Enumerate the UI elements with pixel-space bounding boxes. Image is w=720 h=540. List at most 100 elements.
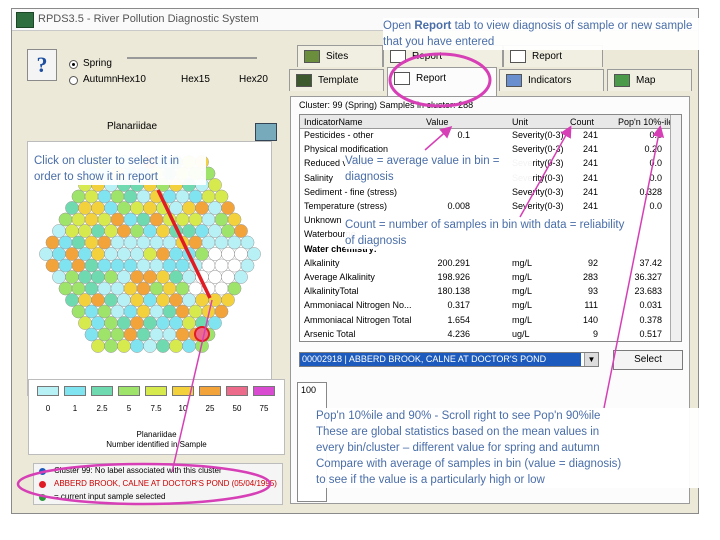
cluster-cell[interactable] — [91, 293, 105, 307]
cluster-cell[interactable] — [91, 270, 105, 284]
cluster-cell[interactable] — [221, 247, 235, 261]
cluster-cell[interactable] — [156, 201, 170, 215]
cluster-cell[interactable] — [110, 258, 125, 273]
cluster-cell[interactable] — [156, 339, 170, 353]
cluster-cell[interactable] — [136, 327, 151, 342]
cluster-cell[interactable] — [58, 281, 73, 296]
cluster-cell[interactable] — [182, 201, 196, 215]
cluster-cell[interactable] — [195, 270, 209, 284]
cluster-cell[interactable] — [169, 247, 183, 261]
cluster-cell[interactable] — [58, 212, 73, 227]
cluster-cell[interactable] — [110, 327, 125, 342]
cluster-cell[interactable] — [136, 281, 151, 296]
cluster-cell[interactable] — [136, 304, 151, 319]
selected-cluster-cell[interactable] — [194, 326, 210, 342]
cluster-cell[interactable] — [162, 327, 177, 342]
cluster-cell[interactable] — [214, 304, 229, 319]
cluster-cell[interactable] — [188, 304, 203, 319]
cluster-cell[interactable] — [104, 201, 118, 215]
cluster-cell[interactable] — [143, 201, 157, 215]
cluster-cell[interactable] — [162, 281, 177, 296]
cluster-cell[interactable] — [97, 258, 112, 273]
cluster-cell[interactable] — [234, 270, 248, 284]
cluster-cell[interactable] — [156, 293, 170, 307]
cluster-cell[interactable] — [84, 281, 99, 296]
cluster-cell[interactable] — [84, 189, 99, 204]
cluster-cell[interactable] — [169, 224, 183, 238]
table-row[interactable]: Sediment - fine (stress) Severity(0-3) 241… — [300, 187, 672, 199]
cluster-cell[interactable] — [97, 327, 112, 342]
cluster-cell[interactable] — [65, 224, 79, 238]
cluster-cell[interactable] — [169, 339, 183, 353]
cluster-cell[interactable] — [143, 270, 157, 284]
cluster-cell[interactable] — [214, 212, 229, 227]
cluster-cell[interactable] — [221, 201, 235, 215]
cluster-cell[interactable] — [71, 258, 86, 273]
cluster-cell[interactable] — [136, 235, 151, 250]
cluster-cell[interactable] — [240, 258, 255, 273]
cluster-cell[interactable] — [149, 327, 164, 342]
cluster-cell[interactable] — [65, 247, 79, 261]
grid-scrollbar[interactable] — [670, 115, 681, 341]
table-row[interactable]: Arsenic Total 4.236 ug/L 9 0.517 — [300, 329, 672, 341]
cluster-cell[interactable] — [201, 189, 216, 204]
cluster-cell[interactable] — [136, 189, 151, 204]
table-row[interactable]: Ammoniacal Nitrogen No... 0.317 mg/L 111 0.0… — [300, 300, 672, 312]
cluster-cell[interactable] — [78, 201, 92, 215]
cluster-cell[interactable] — [84, 212, 99, 227]
cluster-cell[interactable] — [188, 281, 203, 296]
cluster-cell[interactable] — [78, 316, 92, 330]
help-button[interactable]: ? — [27, 49, 57, 81]
table-row[interactable]: Pesticides - other 0.1 Severity(0-3) 241 0.0 — [300, 130, 672, 142]
cluster-cell[interactable] — [169, 270, 183, 284]
tab-report[interactable]: Report — [387, 67, 497, 97]
cluster-cell[interactable] — [188, 212, 203, 227]
cluster-cell[interactable] — [208, 201, 222, 215]
cluster-cell[interactable] — [97, 281, 112, 296]
cluster-cell[interactable] — [71, 189, 86, 204]
cluster-cell[interactable] — [97, 235, 112, 250]
cluster-cell[interactable] — [104, 270, 118, 284]
cluster-cell[interactable] — [97, 189, 112, 204]
cluster-cell[interactable] — [149, 235, 164, 250]
cluster-cell[interactable] — [214, 189, 229, 204]
tab-indicators[interactable]: Indicators — [499, 69, 604, 91]
cluster-cell[interactable] — [97, 212, 112, 227]
cluster-cell[interactable] — [91, 339, 105, 353]
cluster-cell[interactable] — [149, 258, 164, 273]
cluster-cell[interactable] — [208, 293, 222, 307]
cluster-cell[interactable] — [143, 316, 157, 330]
cluster-cell[interactable] — [78, 293, 92, 307]
cluster-cell[interactable] — [175, 258, 190, 273]
cluster-cell[interactable] — [84, 327, 99, 342]
cluster-cell[interactable] — [149, 189, 164, 204]
tab-sites[interactable]: Sites — [297, 45, 383, 67]
cluster-cell[interactable] — [143, 339, 157, 353]
cluster-cell[interactable] — [195, 293, 209, 307]
cluster-cell[interactable] — [175, 304, 190, 319]
cluster-cell[interactable] — [195, 247, 209, 261]
cluster-cell[interactable] — [104, 316, 118, 330]
cluster-cell[interactable] — [71, 281, 86, 296]
cluster-cell[interactable] — [195, 224, 209, 238]
cluster-cell[interactable] — [97, 304, 112, 319]
col-count[interactable]: Count — [570, 115, 610, 129]
cluster-cell[interactable] — [247, 247, 261, 261]
cluster-cell[interactable] — [65, 270, 79, 284]
cluster-cell[interactable] — [221, 224, 235, 238]
cluster-cell[interactable] — [149, 304, 164, 319]
cluster-cell[interactable] — [117, 247, 131, 261]
cluster-cell[interactable] — [117, 339, 131, 353]
cluster-cell[interactable] — [182, 247, 196, 261]
cluster-cell[interactable] — [123, 189, 138, 204]
cluster-cell[interactable] — [110, 281, 125, 296]
cluster-cell[interactable] — [182, 224, 196, 238]
hex-slider[interactable] — [127, 57, 257, 59]
cluster-cell[interactable] — [71, 304, 86, 319]
cluster-cell[interactable] — [169, 293, 183, 307]
col-value[interactable]: Value — [426, 115, 476, 129]
cluster-cell[interactable] — [169, 316, 183, 330]
cluster-cell[interactable] — [52, 270, 66, 284]
cluster-cell[interactable] — [78, 270, 92, 284]
cluster-cell[interactable] — [175, 212, 190, 227]
